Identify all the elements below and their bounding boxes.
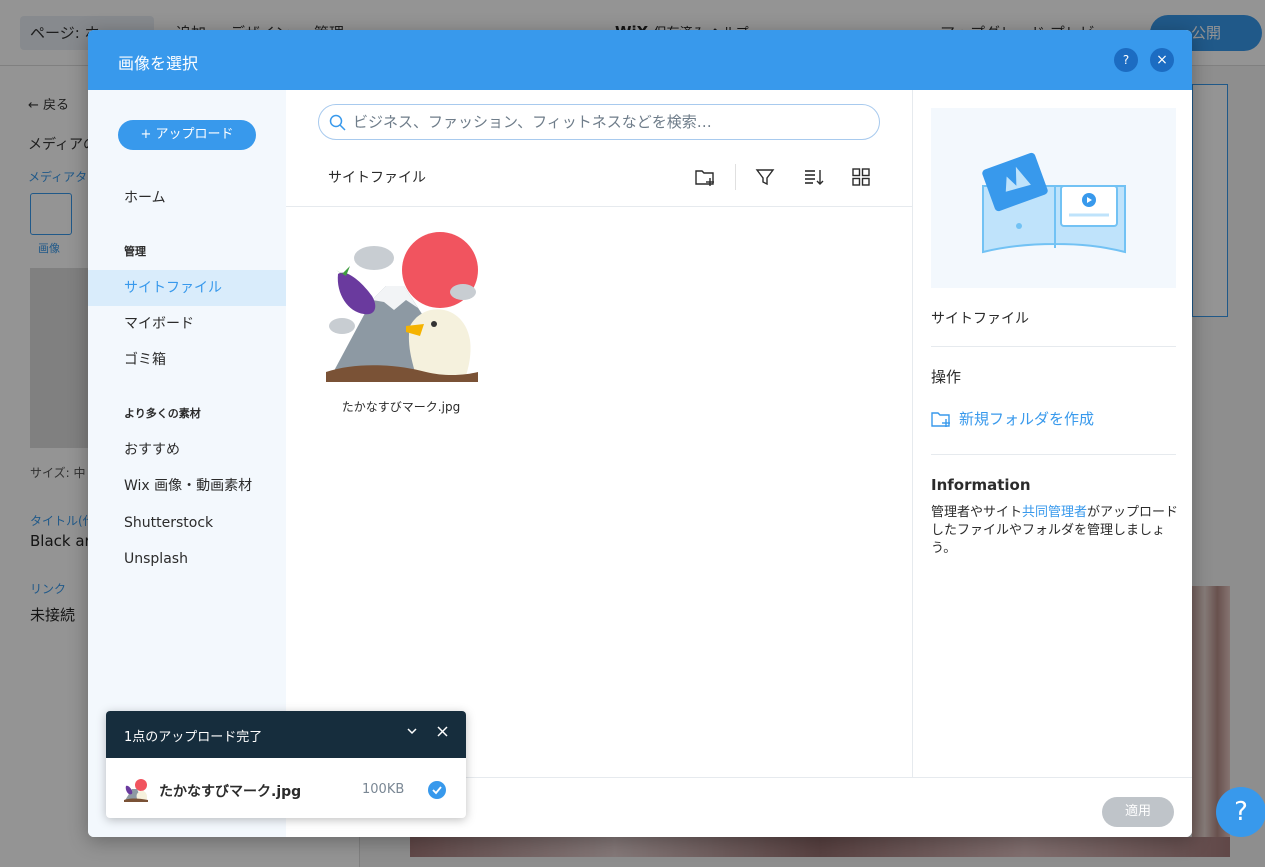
- upload-complete-check: [428, 781, 446, 799]
- close-icon: [436, 726, 448, 737]
- toast-title: 1点のアップロード完了: [124, 730, 263, 745]
- information-text: 管理者やサイト共同管理者がアップロードしたファイルやフォルダを管理しましょう。: [931, 505, 1179, 556]
- new-folder-icon[interactable]: [694, 166, 716, 188]
- toast-close-button[interactable]: [433, 725, 451, 743]
- chevron-down-icon: [407, 728, 417, 735]
- upload-status-toast: 1点のアップロード完了 たかなすびマーク.jpg 100KB: [106, 711, 466, 818]
- help-button[interactable]: ?: [1114, 48, 1138, 72]
- sidebar-item-recommended[interactable]: おすすめ: [88, 432, 286, 468]
- sidebar-item-my-boards[interactable]: マイボード: [88, 306, 286, 342]
- folder-name: サイトファイル: [931, 311, 1029, 327]
- info-panel: サイトファイル 操作 新規フォルダを作成 Information 管理者やサイト…: [912, 90, 1192, 777]
- toolbar-divider: [286, 206, 912, 207]
- file-thumbnail-small: [124, 779, 148, 802]
- media-main: サイトファイル たかなすびマーク.jpg: [286, 90, 912, 777]
- size-label: サイズ: 中: [30, 466, 86, 480]
- uploaded-file-size: 100KB: [362, 782, 405, 797]
- help-fab-button[interactable]: ?: [1216, 787, 1265, 837]
- collapse-button[interactable]: [403, 725, 421, 743]
- media-folder-illustration: [982, 152, 1126, 254]
- panel-title: メディアの: [28, 137, 98, 153]
- image-type-label: 画像: [38, 242, 60, 255]
- dialog-title: 画像を選択: [118, 54, 199, 73]
- link-value: 未接続: [30, 606, 76, 624]
- file-name: たかなすびマーク.jpg: [341, 400, 461, 414]
- search-input[interactable]: [353, 105, 873, 139]
- canvas-photo-strip: [410, 837, 1230, 857]
- folder-preview: [931, 108, 1176, 288]
- new-folder-label: 新規フォルダを作成: [959, 410, 1095, 428]
- image-type-thumb[interactable]: [30, 193, 72, 235]
- sidebar-header-manage: 管理: [124, 245, 146, 258]
- panel-preview: [30, 268, 90, 448]
- sidebar-item-trash[interactable]: ゴミ箱: [88, 342, 286, 378]
- sidebar-header-more: より多くの素材: [124, 407, 201, 420]
- info-divider: [931, 454, 1176, 455]
- new-folder-link[interactable]: 新規フォルダを作成: [931, 408, 1094, 429]
- close-button[interactable]: ×: [1150, 48, 1174, 72]
- file-thumbnail[interactable]: [326, 230, 478, 382]
- breadcrumb: サイトファイル: [328, 170, 426, 186]
- search-box: [318, 104, 880, 140]
- canvas-element: [1192, 84, 1228, 317]
- co-admin-link[interactable]: 共同管理者: [1022, 505, 1087, 520]
- toolbar-separator: [735, 164, 736, 190]
- sidebar-item-wix-media[interactable]: Wix 画像・動画素材: [88, 468, 286, 504]
- back-link[interactable]: ← 戻る: [28, 94, 69, 113]
- folder-plus-icon: [931, 411, 950, 427]
- grid-view-icon[interactable]: [850, 166, 872, 188]
- actions-header: 操作: [931, 368, 962, 386]
- sidebar-item-home[interactable]: ホーム: [88, 180, 286, 216]
- upload-button[interactable]: + アップロード: [118, 120, 256, 150]
- dialog-header: 画像を選択 ? ×: [88, 30, 1192, 90]
- check-icon: [432, 786, 442, 795]
- information-header: Information: [931, 476, 1031, 494]
- link-label: リンク: [30, 582, 67, 596]
- sidebar-item-shutterstock[interactable]: Shutterstock: [88, 505, 286, 541]
- title-label: タイトル(代: [30, 514, 95, 528]
- toast-header: 1点のアップロード完了: [106, 711, 466, 758]
- search-icon: [329, 114, 346, 131]
- uploaded-file-name: たかなすびマーク.jpg: [159, 784, 302, 800]
- apply-button[interactable]: 適用: [1102, 797, 1174, 827]
- info-divider: [931, 346, 1176, 347]
- title-value: Black ar: [30, 532, 91, 550]
- sidebar-item-site-files[interactable]: サイトファイル: [88, 270, 286, 306]
- sort-icon[interactable]: [802, 166, 824, 188]
- sidebar-item-unsplash[interactable]: Unsplash: [88, 541, 286, 577]
- filter-icon[interactable]: [754, 166, 776, 188]
